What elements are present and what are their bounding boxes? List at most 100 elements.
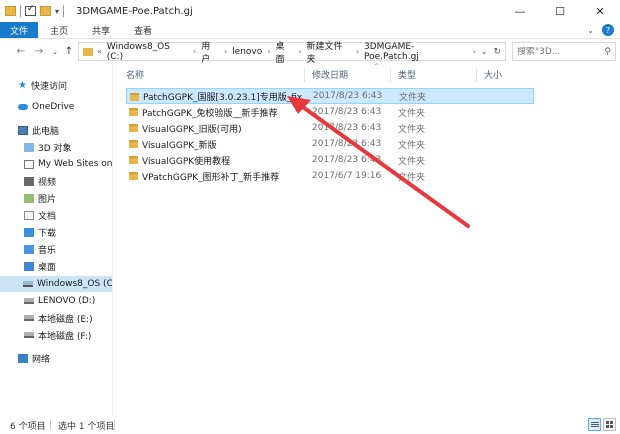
breadcrumb-current[interactable]: 3DMGAME-Poe.Patch.gj	[364, 42, 468, 62]
file-name: VisualGGPK_旧版(可用)	[142, 124, 242, 135]
separator	[114, 420, 115, 430]
folder-icon	[129, 156, 138, 164]
table-row[interactable]: PatchGGPK_国服[3.0.23.1]专用版_fix 2017/8/23 6…	[126, 88, 534, 104]
table-row[interactable]: VisualGGPK_旧版(可用) 2017/8/23 6:43 文件夹	[126, 120, 534, 136]
sidebar-item-c-drive[interactable]: Windows8_OS (C:)	[0, 276, 112, 292]
chevron-down-icon[interactable]: ⌄	[587, 26, 594, 35]
breadcrumb-new-folder[interactable]: 新建文件夹	[306, 39, 350, 65]
chevron-right-icon[interactable]: ›	[267, 47, 270, 56]
details-view-button[interactable]	[588, 418, 601, 431]
file-date: 2017/8/23 6:43	[312, 123, 382, 133]
folder-icon	[130, 93, 139, 101]
tab-file[interactable]: 文件	[0, 22, 39, 38]
chevron-right-icon[interactable]: ›	[193, 47, 196, 56]
breadcrumb-users[interactable]: 用户	[201, 39, 219, 65]
table-row[interactable]: VPatchGGPK_图形补丁_新手推荐 2017/6/7 19:16 文件夹	[126, 168, 534, 184]
table-row[interactable]: PatchGGPK_免校验版__新手推荐 2017/8/23 6:43 文件夹	[126, 104, 534, 120]
refresh-icon[interactable]: ↻	[493, 47, 501, 57]
chevron-right-icon[interactable]: ›	[298, 47, 301, 56]
sidebar-item-desktop[interactable]: 桌面	[24, 258, 56, 274]
sidebar-item-pictures[interactable]: 图片	[24, 190, 56, 206]
sidebar-item-f-drive[interactable]: 本地磁盘 (F:)	[24, 327, 91, 343]
forward-arrow-icon[interactable]: →	[32, 46, 46, 57]
computer-icon	[18, 125, 28, 135]
chevron-down-icon[interactable]: ⌄	[481, 47, 488, 56]
sidebar-item-videos[interactable]: 视频	[24, 173, 56, 189]
file-name: VPatchGGPK_图形补丁_新手推荐	[142, 172, 280, 183]
breadcrumb-lenovo[interactable]: lenovo	[232, 47, 262, 57]
recent-locations-icon[interactable]: ⌄	[48, 48, 62, 56]
separator	[50, 420, 51, 430]
column-divider[interactable]	[390, 68, 391, 82]
file-name: VisualGGPK使用教程	[142, 156, 231, 167]
sidebar-item-label: LENOVO (D:)	[38, 296, 96, 306]
tab-share[interactable]: 共享	[80, 22, 122, 38]
back-arrow-icon[interactable]: ←	[14, 46, 28, 57]
column-header-name[interactable]: 名称	[126, 68, 144, 81]
sidebar-item-e-drive[interactable]: 本地磁盘 (E:)	[24, 310, 93, 326]
tab-view[interactable]: 查看	[122, 22, 164, 38]
search-box[interactable]: ⚲	[512, 42, 616, 61]
breadcrumb-desktop[interactable]: 桌面	[275, 39, 293, 65]
cube-icon	[24, 142, 34, 152]
column-divider[interactable]	[304, 68, 305, 82]
sort-arrow-icon: ^	[374, 63, 380, 70]
close-button[interactable]: ✕	[580, 0, 620, 22]
sidebar-item-label: 视频	[38, 177, 57, 188]
sidebar-item-quick-access[interactable]: ★ 快速访问	[18, 77, 67, 93]
help-icon[interactable]: ?	[602, 24, 614, 36]
properties-icon[interactable]	[25, 4, 36, 16]
sidebar-item-label: 桌面	[38, 262, 57, 273]
video-icon	[24, 176, 34, 186]
column-header-size[interactable]: 大小	[484, 68, 502, 81]
window-controls: — ☐ ✕	[500, 0, 620, 22]
network-icon	[18, 353, 28, 363]
folder-icon	[129, 124, 138, 132]
chevron-right-icon[interactable]: ›	[473, 47, 476, 56]
sidebar-item-onedrive[interactable]: OneDrive	[18, 99, 74, 115]
status-bar: 6 个项目 选中 1 个项目	[0, 416, 620, 434]
large-icons-view-button[interactable]	[603, 418, 616, 431]
overflow-icon[interactable]: «	[97, 47, 102, 56]
table-row[interactable]: VisualGGPK使用教程 2017/8/23 6:43 文件夹	[126, 152, 534, 168]
sidebar-item-d-drive[interactable]: LENOVO (D:)	[24, 293, 95, 309]
folder-icon	[83, 47, 93, 56]
navigation-pane: ★ 快速访问 OneDrive 此电脑 3D 对象 My Web Sites o…	[0, 64, 113, 416]
sidebar-item-3d-objects[interactable]: 3D 对象	[24, 139, 72, 155]
chevron-right-icon[interactable]: ›	[356, 47, 359, 56]
customize-toolbar-icon[interactable]: ▾	[55, 7, 59, 16]
file-name: PatchGGPK_国服[3.0.23.1]专用版_fix	[143, 92, 303, 103]
table-row[interactable]: VisualGGPK_新版 2017/8/23 6:43 文件夹	[126, 136, 534, 152]
file-type: 文件夹	[398, 172, 426, 183]
tab-home[interactable]: 主页	[38, 22, 80, 38]
cloud-icon	[18, 104, 28, 110]
column-header-type[interactable]: 类型	[398, 68, 416, 81]
sidebar-item-downloads[interactable]: 下载	[24, 224, 56, 240]
sidebar-item-web-sites[interactable]: My Web Sites on M	[24, 156, 113, 172]
search-icon[interactable]: ⚲	[604, 47, 615, 57]
up-arrow-icon[interactable]: ↑	[62, 46, 76, 57]
sidebar-item-this-pc[interactable]: 此电脑	[18, 122, 59, 138]
search-input[interactable]	[517, 46, 597, 57]
address-actions: ⌄ ↻	[481, 47, 505, 57]
breadcrumb-c-drive[interactable]: Windows8_OS (C:)	[107, 42, 188, 62]
sidebar-item-network[interactable]: 网络	[18, 350, 50, 366]
column-divider[interactable]	[476, 68, 477, 82]
chevron-right-icon[interactable]: ›	[224, 47, 227, 56]
sidebar-item-label: 文档	[38, 211, 57, 222]
download-icon	[24, 227, 34, 237]
column-header-date[interactable]: 修改日期	[312, 68, 348, 81]
file-type: 文件夹	[398, 124, 426, 135]
sidebar-item-music[interactable]: 音乐	[24, 241, 56, 257]
sidebar-item-documents[interactable]: 文档	[24, 207, 56, 223]
maximize-button[interactable]: ☐	[540, 0, 580, 22]
minimize-button[interactable]: —	[500, 0, 540, 22]
folder-icon	[5, 6, 16, 16]
new-folder-icon[interactable]	[40, 6, 51, 16]
drive-icon	[24, 315, 34, 321]
address-bar[interactable]: « Windows8_OS (C:) › 用户 › lenovo › 桌面 › …	[78, 42, 506, 65]
desktop-icon	[24, 261, 34, 271]
file-name: PatchGGPK_免校验版__新手推荐	[142, 108, 278, 119]
file-date: 2017/6/7 19:16	[312, 171, 382, 181]
sidebar-item-label: My Web Sites on M	[38, 159, 113, 169]
